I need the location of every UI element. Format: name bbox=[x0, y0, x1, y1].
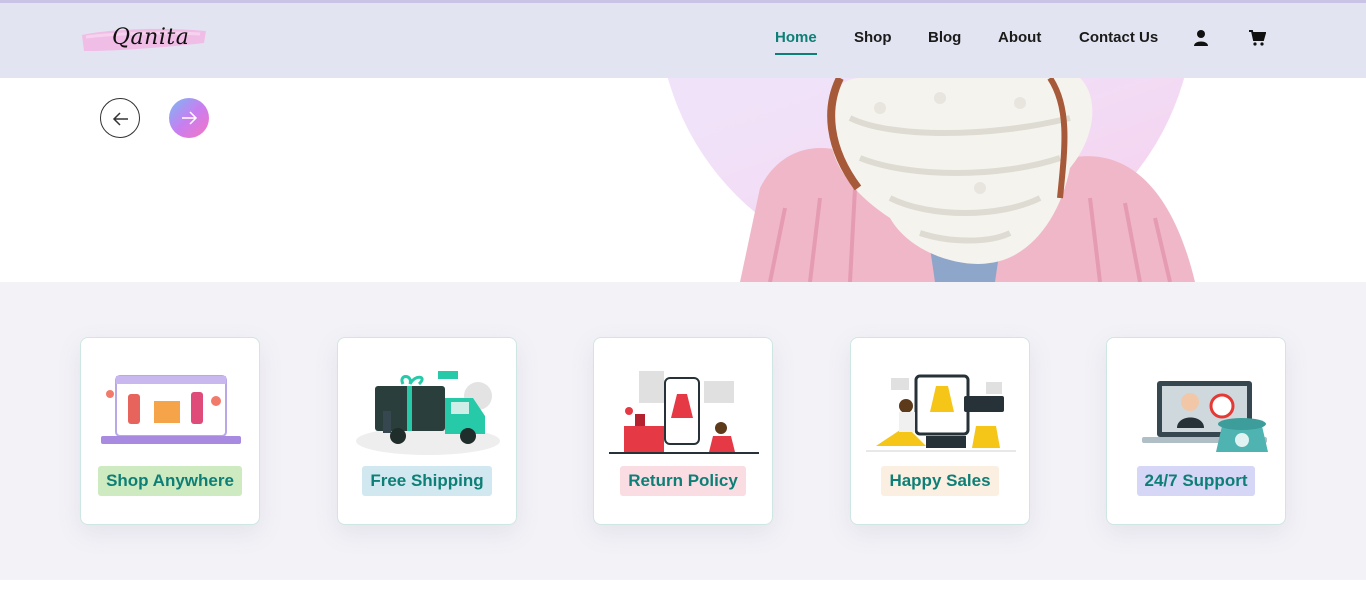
feature-label: Free Shipping bbox=[362, 466, 492, 496]
cart-icon[interactable] bbox=[1248, 29, 1267, 47]
nav-shop[interactable]: Shop bbox=[854, 29, 892, 46]
main-nav: Home Shop Blog About Contact Us bbox=[0, 3, 1366, 78]
slider-prev-button[interactable] bbox=[100, 98, 140, 138]
shop-anywhere-illustration bbox=[101, 375, 241, 444]
arrow-right-icon bbox=[182, 111, 198, 125]
nav-about[interactable]: About bbox=[998, 29, 1041, 46]
nav-contact-us[interactable]: Contact Us bbox=[1079, 29, 1158, 46]
return-policy-illustration bbox=[609, 371, 759, 454]
feature-card-shop-anywhere[interactable]: Shop Anywhere bbox=[80, 337, 260, 525]
free-shipping-illustration bbox=[356, 371, 500, 455]
feature-label: Shop Anywhere bbox=[98, 466, 242, 496]
hero-slider bbox=[0, 78, 1366, 282]
feature-label: 24/7 Support bbox=[1136, 466, 1256, 496]
support-illustration bbox=[1142, 381, 1268, 452]
feature-card-happy-sales[interactable]: Happy Sales bbox=[850, 337, 1030, 525]
arrow-left-icon bbox=[112, 112, 128, 126]
feature-card-return-policy[interactable]: Return Policy bbox=[593, 337, 773, 525]
feature-label: Return Policy bbox=[620, 466, 746, 496]
happy-sales-illustration bbox=[866, 374, 1016, 452]
features-section: Shop Anywhere Free Shipping Return Polic… bbox=[0, 282, 1366, 580]
site-header: Qanita Home Shop Blog About Contact Us bbox=[0, 3, 1366, 78]
nav-home[interactable]: Home bbox=[775, 29, 817, 55]
user-icon[interactable] bbox=[1192, 29, 1210, 47]
slider-next-button[interactable] bbox=[169, 98, 209, 138]
feature-card-free-shipping[interactable]: Free Shipping bbox=[337, 337, 517, 525]
nav-blog[interactable]: Blog bbox=[928, 29, 961, 46]
feature-label: Happy Sales bbox=[881, 466, 999, 496]
feature-card-support[interactable]: 24/7 Support bbox=[1106, 337, 1286, 525]
hero-model-image bbox=[740, 78, 1195, 282]
